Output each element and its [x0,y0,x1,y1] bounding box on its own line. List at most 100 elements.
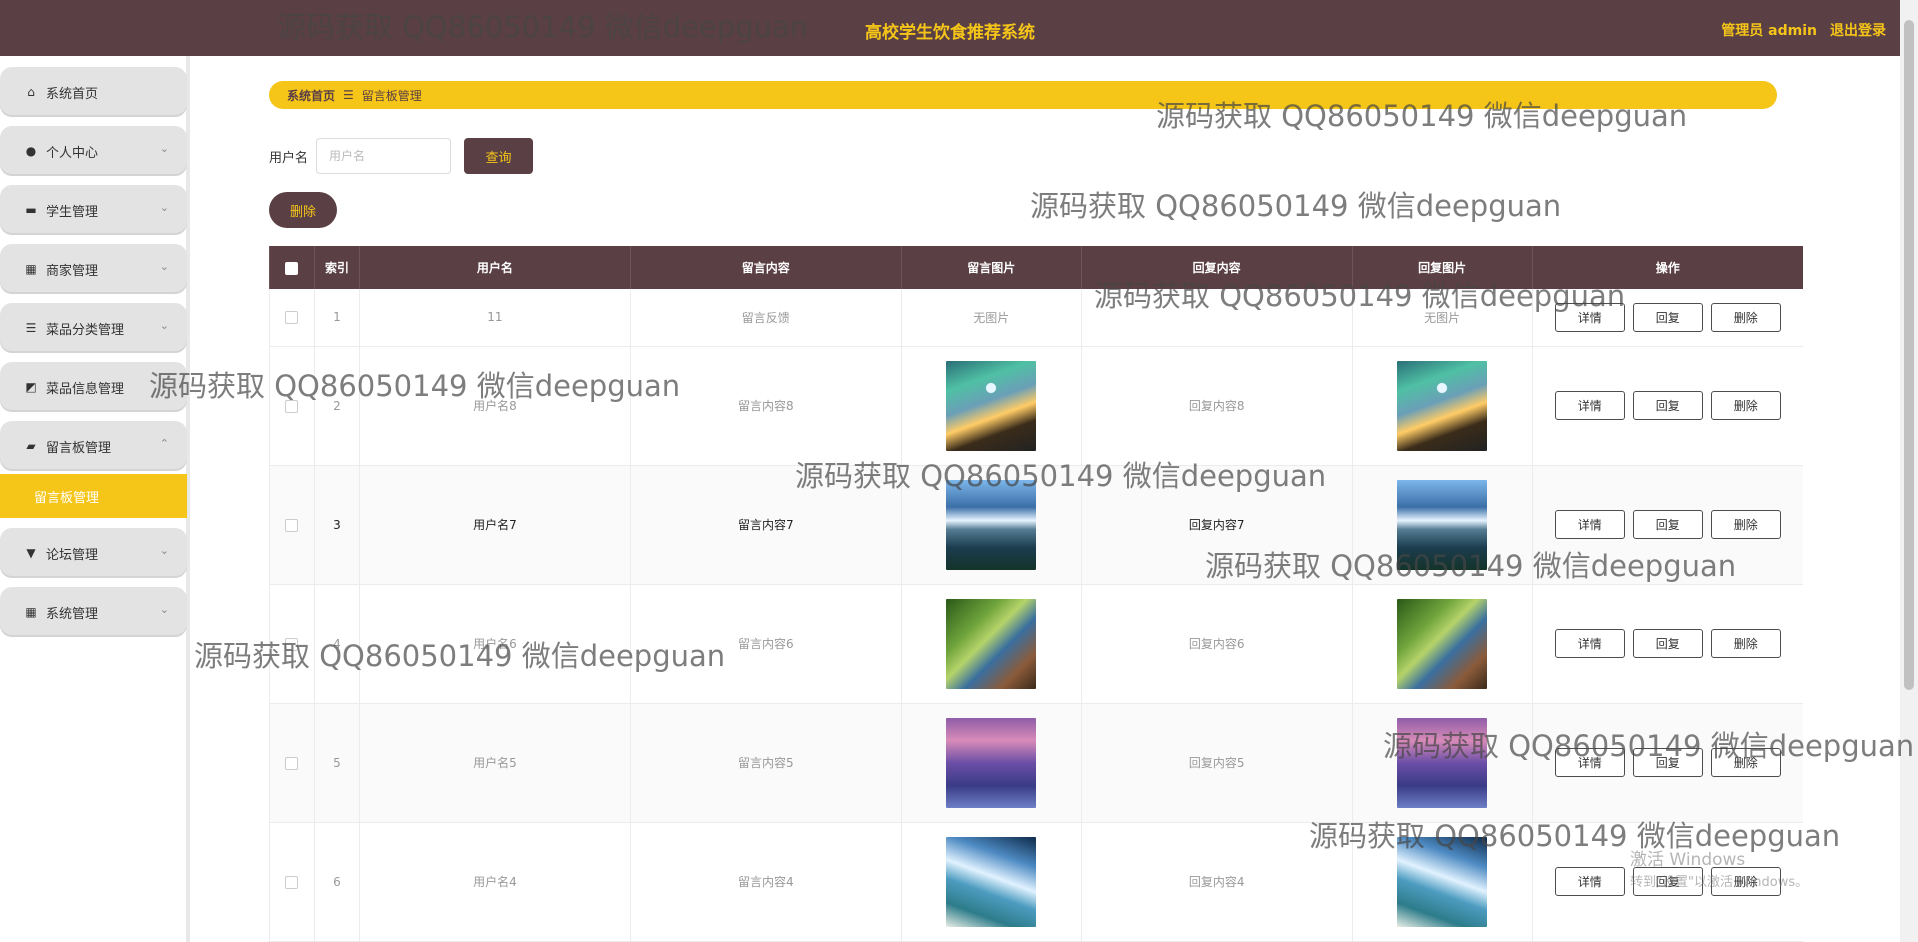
admin-user-label[interactable]: 管理员 admin [1721,20,1817,40]
column-header: 用户名 [358,246,631,289]
detail-button[interactable]: 详情 [1554,748,1625,777]
sidebar: ⌂ 系统首页 ● 个人中心 ⌄ ▬ 学生管理 ⌄ ▦ 商家管理 ⌄ ☰ 菜品分类… [0,56,190,942]
reply-image[interactable] [1397,836,1488,927]
row-checkbox[interactable] [285,637,299,651]
select-all-checkbox[interactable] [285,261,299,275]
reply-image[interactable] [1397,598,1488,689]
search-label: 用户名 [269,151,309,166]
sidebar-item-label: 学生管理 [46,204,99,220]
sidebar-item-student-management[interactable]: ▬ 学生管理 ⌄ [0,185,187,235]
reply-button[interactable]: 回复 [1632,510,1703,539]
table-row: 4 用户名6 留言内容6 回复内容6 详情 回复 删除 [269,584,1803,704]
sidebar-item-message-board[interactable]: ▰ 留言板管理 ⌃ [0,421,187,471]
delete-button[interactable]: 删除 [1710,302,1781,332]
chevron-down-icon: ⌄ [159,142,169,155]
reply-image[interactable] [1397,479,1488,570]
sidebar-item-label: 商家管理 [46,263,99,279]
row-username: 用户名6 [358,584,631,704]
row-index: 6 [313,822,360,942]
row-actions: 详情 回复 删除 [1531,703,1803,823]
column-header: 留言图片 [900,246,1082,289]
ticket-icon: ▰ [26,439,36,453]
row-checkbox[interactable] [285,518,299,532]
row-reply: 回复内容8 [1080,346,1353,466]
sidebar-item-forum[interactable]: ▼ 论坛管理 ⌄ [0,528,187,578]
sidebar-item-label: 菜品信息管理 [46,381,125,397]
sidebar-item-dish-info[interactable]: ◩ 菜品信息管理 ⌄ [0,362,187,412]
row-index: 3 [313,465,360,585]
row-username: 用户名7 [358,465,631,585]
row-reply: 回复内容6 [1080,584,1353,704]
sidebar-item-label: 留言板管理 [46,440,112,456]
sidebar-subitem-message-board[interactable]: 留言板管理 [0,474,187,518]
sidebar-item-label: 系统首页 [46,86,99,102]
logout-link[interactable]: 退出登录 [1830,20,1886,40]
detail-button[interactable]: 详情 [1554,867,1625,896]
table-row: 6 用户名4 留言内容4 回复内容4 详情 回复 删除 [269,822,1803,942]
delete-button[interactable]: 删除 [1710,629,1781,658]
chart-icon: ◩ [25,380,37,394]
row-checkbox[interactable] [285,875,299,889]
user-icon: ● [25,144,37,158]
page-scrollbar[interactable] [1900,0,1918,942]
chevron-down-icon: ⌄ [159,603,169,616]
top-header: 高校学生饮食推荐系统 管理员 admin 退出登录 [0,0,1900,56]
sidebar-item-dish-category[interactable]: ☰ 菜品分类管理 ⌄ [0,303,187,353]
row-reply: 回复内容7 [1080,465,1353,585]
monitor-icon: ▬ [25,203,37,217]
delete-button[interactable]: 删除 [1710,748,1781,777]
row-reply [1080,289,1353,347]
reply-image[interactable] [1397,717,1488,808]
delete-button[interactable]: 删除 [1710,391,1781,420]
scrollbar-thumb[interactable] [1904,20,1914,690]
grid-icon: ▦ [25,605,37,619]
row-index: 5 [313,703,360,823]
query-button[interactable]: 查询 [464,138,533,174]
sidebar-item-personal-center[interactable]: ● 个人中心 ⌄ [0,126,187,176]
row-content: 留言内容5 [629,703,902,823]
sidebar-item-system[interactable]: ▦ 系统管理 ⌄ [0,587,187,637]
detail-button[interactable]: 详情 [1554,391,1625,420]
sidebar-item-merchant-management[interactable]: ▦ 商家管理 ⌄ [0,244,187,294]
delete-button[interactable]: 删除 [1710,867,1781,896]
list-icon: ☰ [25,321,37,335]
row-checkbox[interactable] [285,756,299,770]
row-reply: 回复内容5 [1080,703,1353,823]
column-header: 回复内容 [1080,246,1353,289]
reply-button[interactable]: 回复 [1632,867,1703,896]
row-checkbox[interactable] [285,311,299,325]
bulk-delete-button[interactable]: 删除 [269,192,337,228]
row-actions: 详情 回复 删除 [1531,346,1803,466]
reply-image[interactable] [1397,360,1488,451]
detail-button[interactable]: 详情 [1554,510,1625,539]
username-search-input[interactable] [316,138,451,174]
row-checkbox[interactable] [285,399,299,413]
breadcrumb: 系统首页 ☰ 留言板管理 [269,81,1777,109]
row-reply-image-placeholder: 无图片 [1351,289,1533,347]
reply-button[interactable]: 回复 [1632,302,1703,332]
row-index: 2 [313,346,360,466]
delete-button[interactable]: 删除 [1710,510,1781,539]
message-image[interactable] [946,836,1037,927]
home-icon: ⌂ [27,85,35,99]
reply-button[interactable]: 回复 [1632,629,1703,658]
message-image[interactable] [946,717,1037,808]
message-image[interactable] [946,598,1037,689]
chevron-down-icon: ⌄ [159,201,169,214]
message-image[interactable] [946,479,1037,570]
row-actions: 详情 回复 删除 [1531,822,1803,942]
reply-button[interactable]: 回复 [1632,391,1703,420]
detail-button[interactable]: 详情 [1554,629,1625,658]
detail-button[interactable]: 详情 [1554,302,1625,332]
column-header: 索引 [313,246,360,289]
breadcrumb-home[interactable]: 系统首页 [287,87,335,104]
row-actions: 详情 回复 删除 [1531,584,1803,704]
row-index: 4 [313,584,360,704]
message-image[interactable] [946,360,1037,451]
sidebar-item-label: 系统管理 [46,606,99,622]
sidebar-item-home[interactable]: ⌂ 系统首页 [0,67,187,117]
row-image-placeholder: 无图片 [900,289,1082,347]
reply-button[interactable]: 回复 [1632,748,1703,777]
menu-icon: ☰ [343,88,354,102]
column-header: 操作 [1531,246,1803,289]
